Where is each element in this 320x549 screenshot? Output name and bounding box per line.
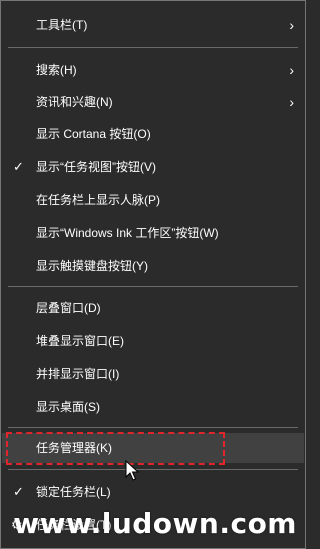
menu-item-search[interactable]: 搜索(H) › [2,55,304,85]
menu-separator [8,469,298,470]
task-manager-highlight-box [6,432,225,465]
menu-item-label: 资讯和兴趣(N) [36,95,113,109]
menu-item-stack-windows[interactable]: 堆叠显示窗口(E) [2,326,304,356]
menu-separator [8,47,298,48]
menu-item-label: 显示 Cortana 按钮(O) [36,127,151,141]
menu-item-side-by-side-windows[interactable]: 并排显示窗口(I) [2,359,304,389]
checkmark-icon: ✓ [13,159,24,174]
menu-separator [8,427,298,428]
menu-item-news-and-interests[interactable]: 资讯和兴趣(N) › [2,87,304,117]
menu-item-toolbars[interactable]: 工具栏(T) › [2,10,304,40]
menu-item-show-task-view[interactable]: ✓ 显示“任务视图”按钮(V) [2,152,304,182]
chevron-right-icon: › [289,17,294,33]
mouse-pointer-icon [125,460,139,481]
watermark: www.ludown.com [13,507,297,540]
menu-item-label: 锁定任务栏(L) [36,485,111,499]
menu-item-label: 显示触摸键盘按钮(Y) [36,259,148,273]
menu-item-label: 并排显示窗口(I) [36,367,120,381]
checkmark-icon: ✓ [13,484,24,499]
menu-separator [8,286,298,287]
menu-item-show-people[interactable]: 在任务栏上显示人脉(P) [2,185,304,215]
menu-item-label: 工具栏(T) [36,18,88,32]
chevron-right-icon: › [289,62,294,78]
menu-item-label: 显示桌面(S) [36,400,100,414]
menu-item-show-desktop[interactable]: 显示桌面(S) [2,392,304,422]
menu-item-cascade-windows[interactable]: 层叠窗口(D) [2,293,304,323]
chevron-right-icon: › [289,94,294,110]
taskbar-context-menu: 工具栏(T) › 搜索(H) › 资讯和兴趣(N) › 显示 Cortana 按… [0,0,306,549]
menu-item-label: 层叠窗口(D) [36,301,101,315]
menu-item-label: 堆叠显示窗口(E) [36,334,124,348]
menu-item-show-windows-ink[interactable]: 显示“Windows Ink 工作区”按钮(W) [2,218,304,248]
menu-item-show-touch-keyboard[interactable]: 显示触摸键盘按钮(Y) [2,251,304,281]
menu-item-show-cortana[interactable]: 显示 Cortana 按钮(O) [2,119,304,149]
menu-item-label: 在任务栏上显示人脉(P) [36,193,160,207]
menu-item-label: 显示“Windows Ink 工作区”按钮(W) [36,226,219,240]
menu-item-lock-taskbar[interactable]: ✓ 锁定任务栏(L) [2,477,304,507]
menu-item-label: 搜索(H) [36,63,77,77]
menu-item-label: 显示“任务视图”按钮(V) [36,160,156,174]
